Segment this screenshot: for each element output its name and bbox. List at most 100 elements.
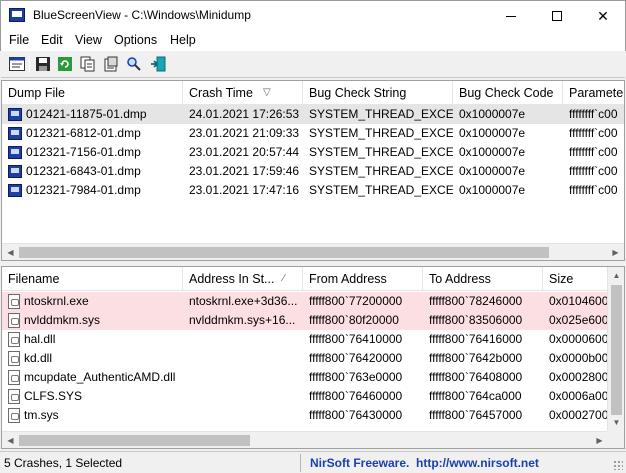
size: 0x00027000: [549, 408, 609, 422]
menu-edit[interactable]: Edit: [41, 33, 63, 47]
exit-button[interactable]: [149, 55, 167, 73]
from-address: fffff800`80f20000: [309, 313, 399, 327]
size: 0x01046000: [549, 294, 609, 308]
scroll-right-icon[interactable]: ▶: [607, 244, 624, 260]
table-row[interactable]: 012321-7156-01.dmp 23.01.2021 20:57:44 S…: [2, 143, 624, 162]
bug-check-code: 0x1000007e: [459, 183, 526, 197]
size: 0x0006a000: [549, 389, 609, 403]
properties-icon: [9, 57, 25, 71]
scroll-down-icon[interactable]: ▼: [608, 414, 624, 431]
table-row[interactable]: ntoskrnl.exe ntoskrnl.exe+3d36... fffff8…: [2, 292, 624, 311]
scrollbar-thumb[interactable]: [19, 247, 549, 258]
close-button[interactable]: ✕: [580, 1, 626, 31]
find-button[interactable]: [125, 55, 143, 73]
column-resize-icon: ⁄: [283, 273, 285, 284]
parameter: ffffffff`c00: [569, 164, 618, 178]
bug-check-code: 0x1000007e: [459, 164, 526, 178]
filename: hal.dll: [24, 332, 56, 346]
table-row[interactable]: 012321-6843-01.dmp 23.01.2021 17:59:46 S…: [2, 162, 624, 181]
crash-time: 23.01.2021 17:47:16: [189, 183, 300, 197]
crash-time: 23.01.2021 21:09:33: [189, 126, 300, 140]
maximize-button[interactable]: [534, 1, 580, 31]
column-dump-file[interactable]: Dump File: [2, 81, 183, 105]
driver-list-vertical-scrollbar[interactable]: ▲ ▼: [607, 267, 624, 431]
dump-file-name: 012321-7984-01.dmp: [26, 183, 141, 197]
menu-help[interactable]: Help: [170, 33, 196, 47]
column-bug-check-code[interactable]: Bug Check Code: [453, 81, 563, 105]
table-row[interactable]: 012321-6812-01.dmp 23.01.2021 21:09:33 S…: [2, 124, 624, 143]
driver-list-horizontal-scrollbar[interactable]: ◀ ▶: [2, 431, 608, 448]
to-address: fffff800`7642b000: [429, 351, 523, 365]
scroll-up-icon[interactable]: ▲: [608, 267, 624, 284]
crash-list-header: Dump File Crash Time ▽ Bug Check String …: [2, 81, 624, 105]
menu-view[interactable]: View: [75, 33, 102, 47]
table-row[interactable]: hal.dll fffff800`76410000 fffff800`76416…: [2, 330, 624, 349]
scrollbar-thumb[interactable]: [611, 285, 622, 415]
filename: nvlddmkm.sys: [24, 313, 101, 327]
table-row[interactable]: mcupdate_AuthenticAMD.dll fffff800`763e0…: [2, 368, 624, 387]
status-count: 5 Crashes, 1 Selected: [4, 456, 123, 470]
toolbar-separator: [29, 56, 30, 73]
app-icon: [9, 8, 25, 22]
from-address: fffff800`76460000: [309, 389, 403, 403]
column-to-address[interactable]: To Address: [423, 267, 543, 291]
size: 0x00028000: [549, 370, 609, 384]
bug-check-code: 0x1000007e: [459, 145, 526, 159]
crash-list: Dump File Crash Time ▽ Bug Check String …: [1, 80, 625, 261]
address-in-stack: ntoskrnl.exe+3d36...: [189, 294, 298, 308]
save-button[interactable]: [34, 55, 52, 73]
menu-file[interactable]: File: [9, 33, 29, 47]
nirsoft-link[interactable]: NirSoft Freeware. http://www.nirsoft.net: [310, 456, 539, 470]
filename: tm.sys: [24, 408, 59, 422]
save-icon: [36, 57, 50, 71]
scrollbar-thumb[interactable]: [19, 435, 250, 446]
table-row[interactable]: CLFS.SYS fffff800`76460000 fffff800`764c…: [2, 387, 624, 406]
filename: kd.dll: [24, 351, 53, 365]
minimize-button[interactable]: [488, 1, 534, 31]
resize-grip-icon[interactable]: [613, 460, 623, 470]
column-from-address[interactable]: From Address: [303, 267, 423, 291]
crash-list-horizontal-scrollbar[interactable]: ◀ ▶: [2, 243, 624, 260]
filename: CLFS.SYS: [24, 389, 83, 403]
report-button[interactable]: [102, 55, 120, 73]
menu-bar: File Edit View Options Help: [0, 30, 626, 51]
dump-file-name: 012321-6843-01.dmp: [26, 164, 141, 178]
toolbar: [1, 51, 625, 78]
scroll-right-icon[interactable]: ▶: [591, 432, 608, 448]
dump-file-name: 012321-7156-01.dmp: [26, 145, 141, 159]
exit-icon: [151, 56, 166, 72]
column-crash-time[interactable]: Crash Time: [183, 81, 303, 105]
scroll-left-icon[interactable]: ◀: [2, 432, 19, 448]
table-row[interactable]: 012421-11875-01.dmp 24.01.2021 17:26:53 …: [2, 105, 624, 124]
column-parameter[interactable]: Parameter: [563, 81, 624, 105]
size: 0x025e6000: [549, 313, 609, 327]
to-address: fffff800`764ca000: [429, 389, 522, 403]
table-row[interactable]: kd.dll fffff800`76420000 fffff800`7642b0…: [2, 349, 624, 368]
from-address: fffff800`77200000: [309, 294, 403, 308]
scroll-left-icon[interactable]: ◀: [2, 244, 19, 260]
column-bug-check-string[interactable]: Bug Check String: [303, 81, 453, 105]
menu-options[interactable]: Options: [114, 33, 157, 47]
status-divider: [300, 454, 301, 472]
properties-button[interactable]: [8, 55, 26, 73]
minimize-icon: [506, 15, 516, 17]
column-filename[interactable]: Filename: [2, 267, 183, 291]
parameter: ffffffff`c00: [569, 145, 618, 159]
bug-check-string: SYSTEM_THREAD_EXCE...: [309, 145, 453, 159]
refresh-button[interactable]: [56, 55, 74, 73]
scrollbar-corner: [607, 431, 624, 448]
address-in-stack: nvlddmkm.sys+16...: [189, 313, 296, 327]
sort-descending-icon: ▽: [263, 87, 271, 98]
maximize-icon: [552, 11, 562, 21]
table-row[interactable]: tm.sys fffff800`76430000 fffff800`764570…: [2, 406, 624, 425]
driver-list-header: Filename Address In St... ⁄ From Address…: [2, 267, 624, 291]
title-bar: BlueScreenView - C:\Windows\Minidump ✕: [0, 0, 626, 30]
table-row[interactable]: nvlddmkm.sys nvlddmkm.sys+16... fffff800…: [2, 311, 624, 330]
address-in-stack: [183, 330, 303, 349]
column-size[interactable]: Size: [543, 267, 613, 291]
from-address: fffff800`76420000: [309, 351, 403, 365]
crash-time: 23.01.2021 17:59:46: [189, 164, 300, 178]
column-address-in-stack[interactable]: Address In St...: [183, 267, 303, 291]
copy-button[interactable]: [79, 55, 97, 73]
table-row[interactable]: 012321-7984-01.dmp 23.01.2021 17:47:16 S…: [2, 181, 624, 200]
